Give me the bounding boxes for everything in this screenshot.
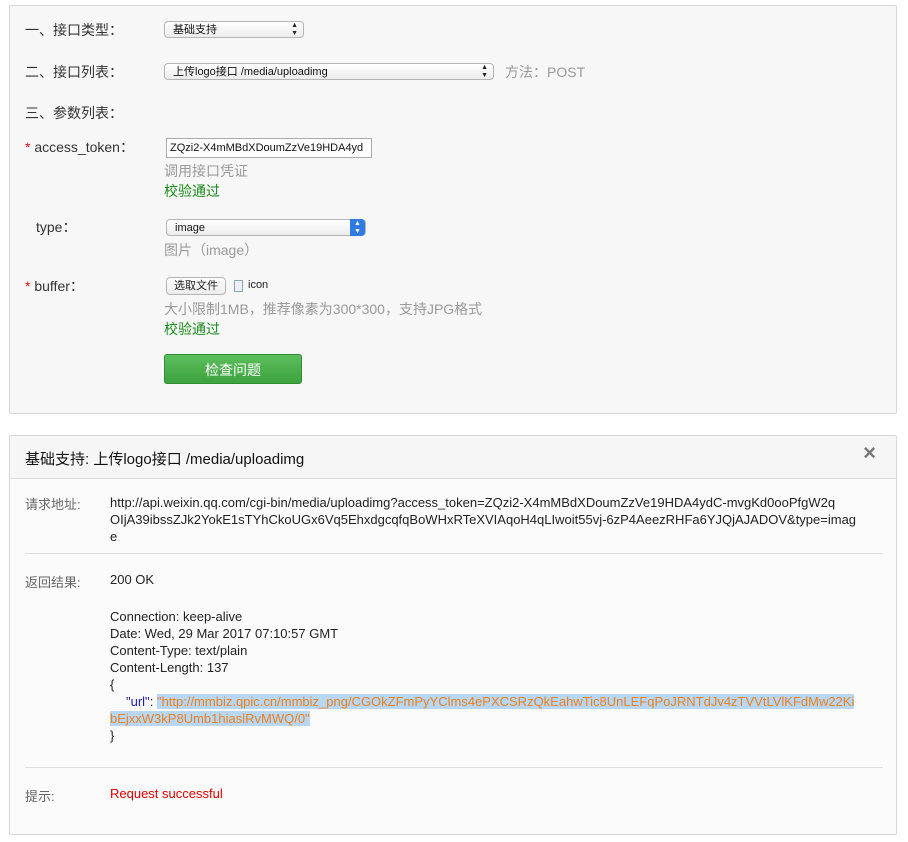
header-line: Content-Length: 137 — [110, 660, 229, 675]
method-text: 方法：POST — [505, 64, 586, 80]
file-icon — [234, 280, 243, 292]
buffer-hint: 大小限制1MB，推荐像素为300*300，支持JPG格式 — [164, 301, 483, 317]
interface-type-value: 基础支持 — [173, 24, 217, 36]
json-key: "url" — [126, 694, 150, 709]
param-access-token-label: * access_token： — [25, 137, 134, 157]
interface-list-value: 上传logo接口 /media/uploadimg — [173, 66, 328, 78]
status-line: 200 OK — [110, 572, 155, 587]
interface-list-label: 二、接口列表： — [25, 64, 123, 80]
header-line: Connection: keep-alive — [110, 609, 243, 624]
buffer-status: 校验通过 — [164, 321, 220, 337]
request-url-line: e — [110, 529, 118, 544]
close-icon[interactable]: × — [863, 440, 876, 466]
request-url-label: 请求地址: — [25, 497, 81, 512]
json-value[interactable]: "http://mmbiz.qpic.cn/mmbiz_png/CGOkZFmP… — [156, 694, 855, 709]
param-name: buffer： — [34, 278, 84, 294]
divider — [25, 553, 883, 554]
param-name: access_token： — [34, 139, 134, 155]
header-line: Date: Wed, 29 Mar 2017 07:10:57 GMT — [110, 626, 339, 641]
json-colon: : — [149, 694, 157, 709]
tip-value: Request successful — [110, 786, 223, 801]
access-token-hint: 调用接口凭证 — [164, 163, 248, 179]
access-token-input[interactable]: ZQzi2-X4mMBdXDoumZzVe19HDA4yd — [166, 138, 372, 158]
select-arrows-icon: ▲ ▼ — [291, 22, 298, 37]
json-value[interactable]: bEjxxW3kP8Umb1hiaslRvMWQ/0" — [110, 711, 310, 726]
result-title: 基础支持: 上传logo接口 /media/uploadimg — [25, 451, 305, 468]
type-select[interactable]: image ▲ ▼ — [166, 219, 366, 236]
choose-file-button[interactable]: 选取文件 — [166, 277, 226, 295]
json-brace-close: } — [110, 728, 115, 743]
header-line: Content-Type: text/plain — [110, 643, 248, 658]
tip-label: 提示: — [25, 789, 55, 804]
json-url-line: "url": "http://mmbiz.qpic.cn/mmbiz_png/C… — [110, 693, 890, 710]
interface-type-label: 一、接口类型： — [25, 22, 123, 38]
select-arrows-icon: ▲ ▼ — [350, 219, 365, 236]
type-value: image — [175, 222, 205, 234]
selected-file-name: icon — [248, 279, 269, 291]
params-label: 三、参数列表： — [25, 105, 123, 121]
request-url-line: http://api.weixin.qq.com/cgi-bin/media/u… — [110, 495, 836, 510]
result-panel: 基础支持: 上传logo接口 /media/uploadimg × 请求地址: … — [9, 435, 897, 835]
api-debug-form-panel: 一、接口类型： 基础支持 ▲ ▼ 二、接口列表： 上传logo接口 /media/… — [9, 5, 897, 414]
return-result-label: 返回结果: — [25, 575, 81, 590]
select-arrows-icon: ▲ ▼ — [481, 64, 488, 79]
json-brace-open: { — [110, 677, 115, 692]
result-title-bar: 基础支持: 上传logo接口 /media/uploadimg × — [10, 436, 896, 479]
divider — [25, 767, 883, 768]
access-token-status: 校验通过 — [164, 183, 220, 199]
check-problem-button[interactable]: 检查问题 — [164, 354, 302, 384]
json-url-line: bEjxxW3kP8Umb1hiaslRvMWQ/0" — [110, 710, 890, 727]
interface-type-select[interactable]: 基础支持 ▲ ▼ — [164, 21, 304, 38]
interface-list-select[interactable]: 上传logo接口 /media/uploadimg ▲ ▼ — [164, 63, 494, 80]
param-type-label: type： — [36, 219, 77, 235]
required-mark: * — [25, 278, 31, 294]
type-hint: 图片（image） — [164, 242, 259, 258]
param-buffer-label: * buffer： — [25, 276, 84, 296]
required-mark: * — [25, 139, 31, 155]
request-url: http://api.weixin.qq.com/cgi-bin/media/u… — [110, 494, 890, 545]
return-result: 200 OK Connection: keep-alive Date: Wed,… — [110, 571, 890, 744]
request-url-line: OIjA39ibssZJk2YokE1sTYhCkoUGx6Vq5Ehxdgcq… — [110, 512, 857, 527]
